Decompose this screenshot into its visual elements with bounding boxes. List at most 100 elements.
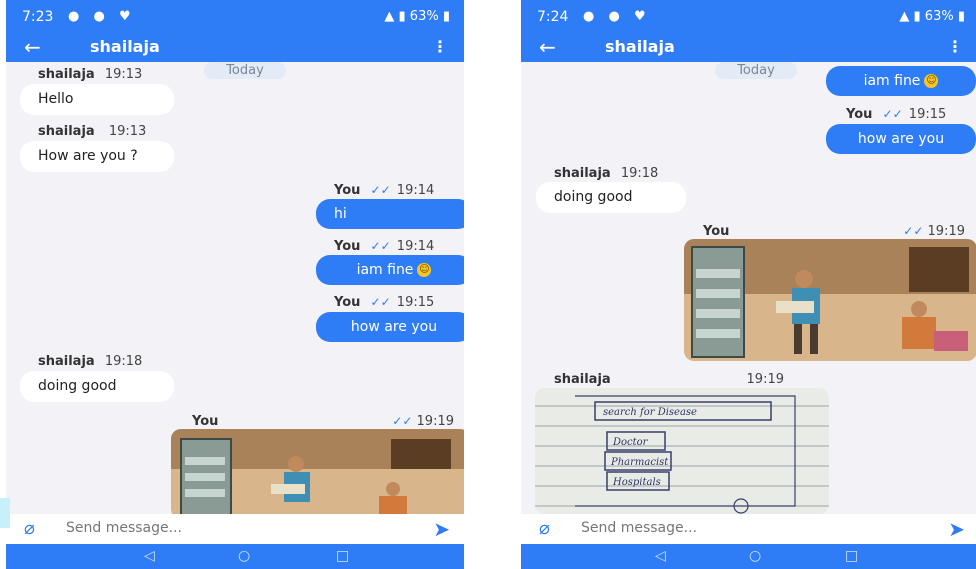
back-arrow-icon[interactable]: ← — [539, 35, 556, 59]
nav-home-icon[interactable]: ○ — [238, 548, 250, 564]
message-text: doing good — [38, 378, 117, 394]
background-edge — [0, 498, 10, 528]
message-time: 19:13 — [108, 124, 147, 139]
paperclip-icon[interactable]: ⌀ — [24, 518, 35, 539]
message-text: doing good — [554, 189, 633, 205]
notification-icons: ● ● ♥ — [583, 9, 651, 24]
battery-icon: ▮ — [442, 9, 450, 24]
message-meta: You ✓✓ 19:19 — [703, 224, 975, 239]
signal-icon: ▲ ▮ — [384, 9, 406, 24]
nav-back-icon[interactable]: ◁ — [655, 548, 666, 564]
sketch-label: Doctor — [612, 437, 649, 448]
status-bar: 7:24 ● ● ♥ ▲ ▮ 63% ▮ — [521, 0, 976, 34]
message-time: 19:18 — [620, 166, 659, 181]
battery-percent: 63% — [409, 9, 439, 24]
incoming-message-bubble[interactable]: Hello — [20, 84, 174, 115]
battery-icon: ▮ — [957, 9, 965, 24]
signal-icon: ▲ ▮ — [899, 9, 921, 24]
outgoing-message-bubble[interactable]: how are you — [826, 124, 976, 154]
outgoing-message-bubble[interactable]: iam fine ☺ — [316, 255, 464, 285]
incoming-message-bubble[interactable]: How are you ? — [20, 141, 174, 172]
send-icon[interactable]: ➤ — [433, 517, 450, 541]
sender-name: You — [703, 224, 730, 239]
date-chip: Today — [715, 62, 797, 79]
message-input[interactable]: Send message... — [581, 520, 697, 536]
overflow-menu-icon[interactable]: ⋮ — [947, 37, 963, 56]
message-composer: ⌀ Send message... ➤ — [521, 514, 976, 544]
double-check-icon: ✓✓ — [370, 183, 391, 197]
message-meta: shailaja 19:19 — [554, 372, 784, 387]
sender-name: You — [846, 107, 873, 122]
message-text: iam fine — [863, 73, 921, 89]
back-arrow-icon[interactable]: ← — [24, 35, 41, 59]
system-navigation-bar: ◁ ○ □ — [6, 544, 464, 569]
outgoing-message-bubble[interactable]: hi — [316, 199, 464, 229]
chat-screen-right: 7:24 ● ● ♥ ▲ ▮ 63% ▮ ← shailaja ⋮ Today … — [521, 0, 976, 569]
message-text: how are you — [350, 319, 438, 335]
sketch-label: Hospitals — [612, 477, 661, 488]
message-list[interactable]: Today shailaja 19:13 Hello shailaja 19:1… — [6, 62, 464, 514]
message-meta: You ✓✓ 19:15 — [334, 295, 434, 310]
sender-name: shailaja — [38, 124, 95, 139]
contact-name: shailaja — [90, 37, 160, 56]
message-time: 19:18 — [104, 354, 143, 369]
status-indicators: ▲ ▮ 63% ▮ — [384, 9, 450, 24]
message-meta: shailaja 19:18 — [38, 354, 142, 369]
image-attachment[interactable] — [684, 239, 976, 361]
nav-back-icon[interactable]: ◁ — [144, 548, 155, 564]
message-time: 19:19 — [416, 414, 454, 429]
message-time: 19:15 — [396, 295, 435, 310]
sender-name: shailaja — [38, 67, 95, 82]
paperclip-icon[interactable]: ⌀ — [539, 518, 550, 539]
cartoon-illustration — [171, 429, 464, 514]
chat-screen-left: 7:23 ● ● ♥ ▲ ▮ 63% ▮ ← shailaja ⋮ Today … — [6, 0, 464, 569]
status-time: 7:24 — [537, 9, 569, 25]
double-check-icon: ✓✓ — [392, 414, 413, 428]
image-attachment[interactable]: search for Disease Doctor Pharmacist Hos… — [535, 388, 829, 514]
message-meta: You ✓✓ 19:19 — [192, 414, 464, 429]
incoming-message-bubble[interactable]: doing good — [20, 371, 174, 402]
nav-recents-icon[interactable]: □ — [336, 548, 349, 564]
sender-name: shailaja — [554, 166, 611, 181]
message-meta: You ✓✓ 19:14 — [334, 183, 434, 198]
app-bar: ← shailaja ⋮ — [6, 34, 464, 62]
handwritten-sketch: search for Disease Doctor Pharmacist Hos… — [535, 388, 829, 514]
message-meta: shailaja 19:18 — [554, 166, 658, 181]
nav-home-icon[interactable]: ○ — [749, 548, 761, 564]
message-time: 19:15 — [908, 107, 947, 122]
cartoon-illustration — [684, 239, 976, 361]
message-time: 19:19 — [927, 224, 965, 239]
sender-name: You — [192, 414, 219, 429]
message-time: 19:14 — [396, 239, 435, 254]
smiley-emoji-icon: ☺ — [417, 263, 432, 277]
message-composer: ⌀ Send message... ➤ — [6, 514, 464, 544]
double-check-icon: ✓✓ — [903, 224, 924, 238]
message-meta: shailaja 19:13 — [38, 67, 142, 82]
status-time: 7:23 — [22, 9, 54, 25]
status-bar: 7:23 ● ● ♥ ▲ ▮ 63% ▮ — [6, 0, 464, 34]
double-check-icon: ✓✓ — [370, 295, 391, 309]
message-text: Hello — [38, 91, 74, 107]
battery-percent: 63% — [924, 9, 954, 24]
sender-name: You — [334, 183, 361, 198]
double-check-icon: ✓✓ — [882, 107, 903, 121]
outgoing-message-bubble[interactable]: iam fine ☺ — [826, 66, 976, 96]
notification-icons: ● ● ♥ — [68, 9, 136, 24]
message-meta: You ✓✓ 19:14 — [334, 239, 434, 254]
message-list[interactable]: Today iam fine ☺ You ✓✓ 19:15 how are you… — [521, 62, 976, 514]
nav-recents-icon[interactable]: □ — [845, 548, 858, 564]
image-attachment[interactable] — [171, 429, 464, 514]
sender-name: shailaja — [38, 354, 95, 369]
sender-name: You — [334, 239, 361, 254]
incoming-message-bubble[interactable]: doing good — [536, 182, 686, 213]
overflow-menu-icon[interactable]: ⋮ — [432, 37, 448, 56]
outgoing-message-bubble[interactable]: how are you — [316, 312, 464, 342]
message-text: hi — [334, 206, 347, 222]
send-icon[interactable]: ➤ — [948, 517, 965, 541]
message-time: 19:19 — [746, 372, 784, 387]
message-input[interactable]: Send message... — [66, 520, 182, 536]
message-time: 19:13 — [104, 67, 143, 82]
sender-name: You — [334, 295, 361, 310]
message-time: 19:14 — [396, 183, 435, 198]
sketch-label: search for Disease — [603, 407, 697, 418]
